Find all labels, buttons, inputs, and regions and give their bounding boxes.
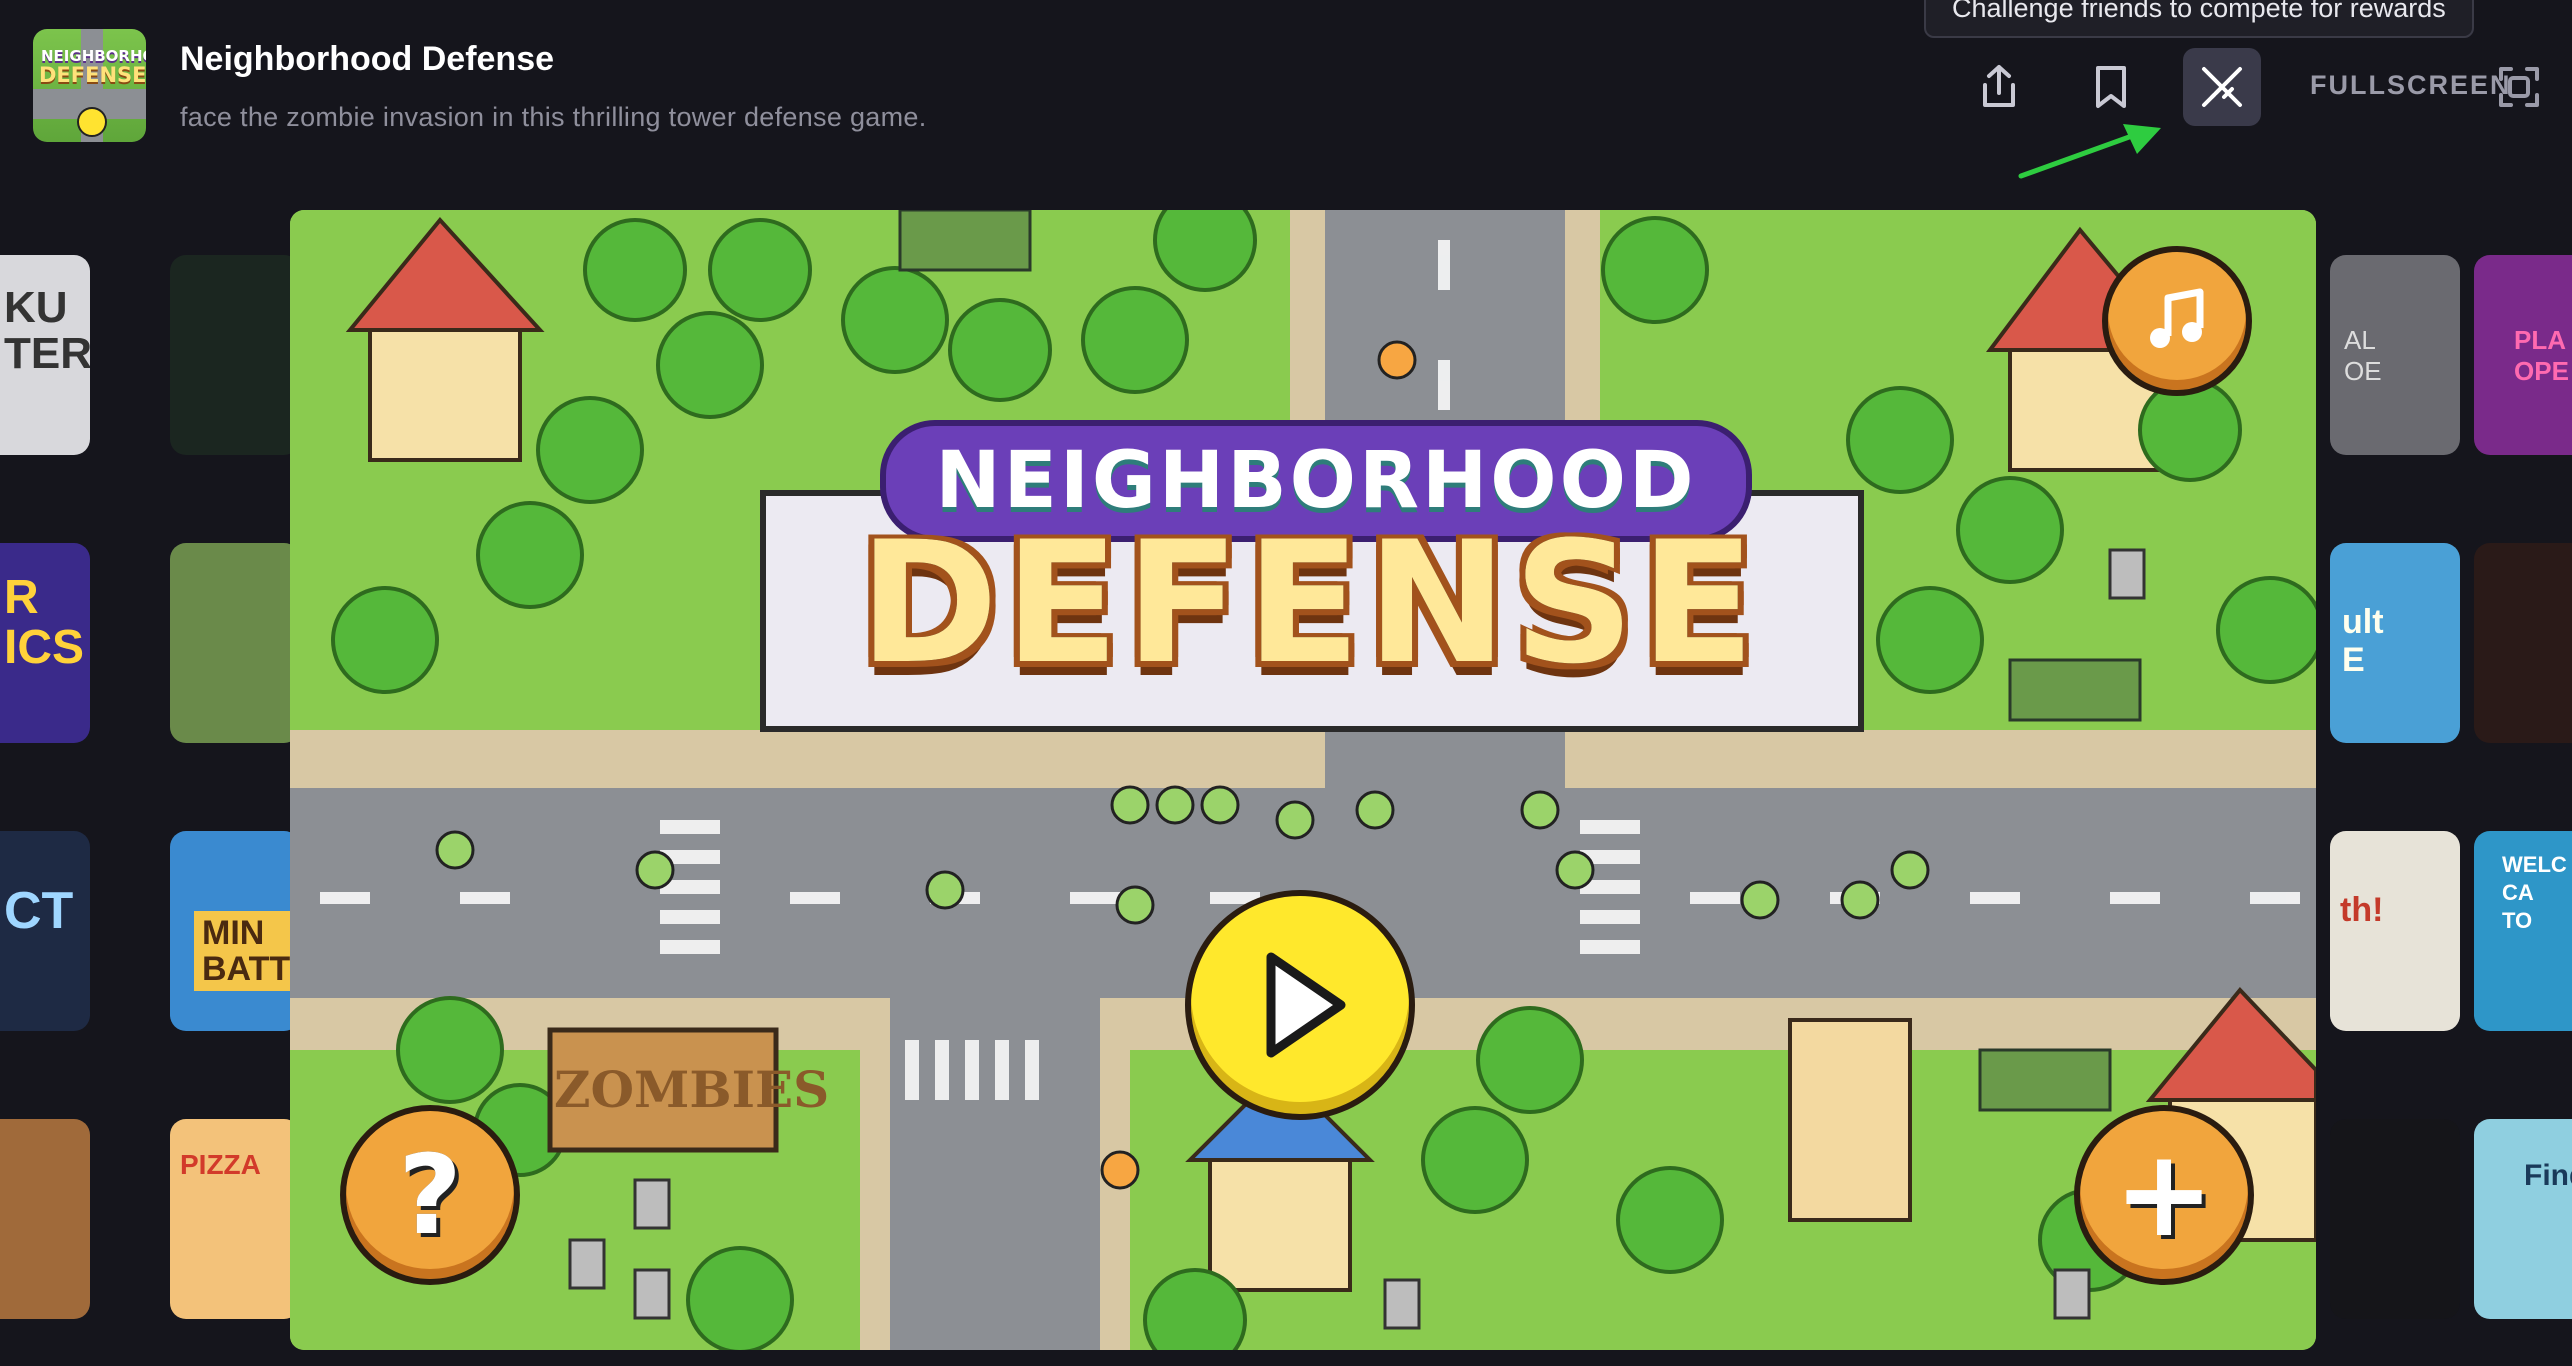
logo-title-main: DEFENSE bbox=[858, 505, 1762, 701]
thumb-play-icon bbox=[77, 107, 107, 137]
side-card-label: AL OE bbox=[2344, 325, 2382, 386]
side-card-label: th! bbox=[2340, 891, 2384, 929]
thumb-title-line2: DEFENSE bbox=[39, 63, 146, 87]
side-game-card[interactable]: ult E bbox=[2330, 543, 2460, 743]
side-game-card[interactable]: KU TER bbox=[0, 255, 90, 455]
game-scene bbox=[290, 210, 2316, 1350]
side-game-card[interactable]: Find bbox=[2474, 1119, 2572, 1319]
side-game-card[interactable]: CT bbox=[0, 831, 90, 1031]
challenge-button[interactable] bbox=[2183, 48, 2261, 126]
game-description: face the zombie invasion in this thrilli… bbox=[180, 102, 927, 132]
side-game-card[interactable] bbox=[2474, 543, 2572, 743]
side-game-card[interactable] bbox=[170, 255, 300, 455]
side-game-card[interactable]: MIN BATT bbox=[170, 831, 300, 1031]
challenge-tooltip: Challenge friends to compete for rewards bbox=[1924, 0, 2474, 38]
side-card-label: R ICS bbox=[4, 571, 85, 674]
side-game-card[interactable] bbox=[170, 543, 300, 743]
share-icon bbox=[1983, 65, 2015, 107]
side-game-card[interactable]: R ICS bbox=[0, 543, 90, 743]
game-title: Neighborhood Defense bbox=[180, 40, 555, 78]
side-card-label: CT bbox=[4, 882, 74, 940]
side-card-label: MIN BATT bbox=[194, 911, 299, 991]
side-card-label: PLA OPE bbox=[2514, 325, 2569, 386]
side-game-card[interactable] bbox=[2330, 1119, 2460, 1319]
help-icon: ? bbox=[398, 1131, 462, 1259]
share-button[interactable] bbox=[1960, 48, 2038, 126]
game-canvas[interactable]: NEIGHBORHOOD DEFENSE ZOMBIES ? + bbox=[290, 210, 2316, 1350]
music-note-icon bbox=[2150, 288, 2204, 348]
swords-icon bbox=[2202, 67, 2242, 107]
fullscreen-button[interactable] bbox=[2480, 48, 2558, 126]
zombies-sign-text: ZOMBIES bbox=[554, 1060, 830, 1119]
side-game-card[interactable]: th! bbox=[2330, 831, 2460, 1031]
game-header: NEIGHBORHOOD DEFENSE Neighborhood Defens… bbox=[0, 0, 2572, 190]
side-game-card[interactable]: PLA OPE bbox=[2474, 255, 2572, 455]
bookmark-icon bbox=[2096, 66, 2126, 108]
side-card-label: PIZZA bbox=[180, 1149, 261, 1180]
side-card-label: Find bbox=[2524, 1159, 2572, 1192]
plus-icon: + bbox=[2113, 1125, 2215, 1264]
fullscreen-icon bbox=[2499, 67, 2539, 107]
add-button[interactable]: + bbox=[2074, 1105, 2254, 1285]
side-game-card[interactable] bbox=[0, 1119, 90, 1319]
bookmark-button[interactable] bbox=[2072, 48, 2150, 126]
side-card-label: WELC CA TO bbox=[2502, 852, 2567, 933]
side-game-card[interactable]: WELC CA TO bbox=[2474, 831, 2572, 1031]
hint-arrow-icon bbox=[2018, 124, 2161, 179]
side-card-label: KU TER bbox=[4, 283, 90, 378]
play-icon bbox=[1266, 952, 1346, 1058]
music-toggle-button[interactable] bbox=[2102, 246, 2252, 396]
side-game-card[interactable]: AL OE bbox=[2330, 255, 2460, 455]
side-game-card[interactable]: PIZZA bbox=[170, 1119, 300, 1319]
help-button[interactable]: ? bbox=[340, 1105, 520, 1285]
side-card-label: ult E bbox=[2342, 603, 2384, 679]
game-logo: NEIGHBORHOOD DEFENSE bbox=[760, 420, 1864, 732]
game-thumbnail[interactable]: NEIGHBORHOOD DEFENSE bbox=[33, 29, 146, 142]
play-button[interactable] bbox=[1185, 890, 1415, 1120]
